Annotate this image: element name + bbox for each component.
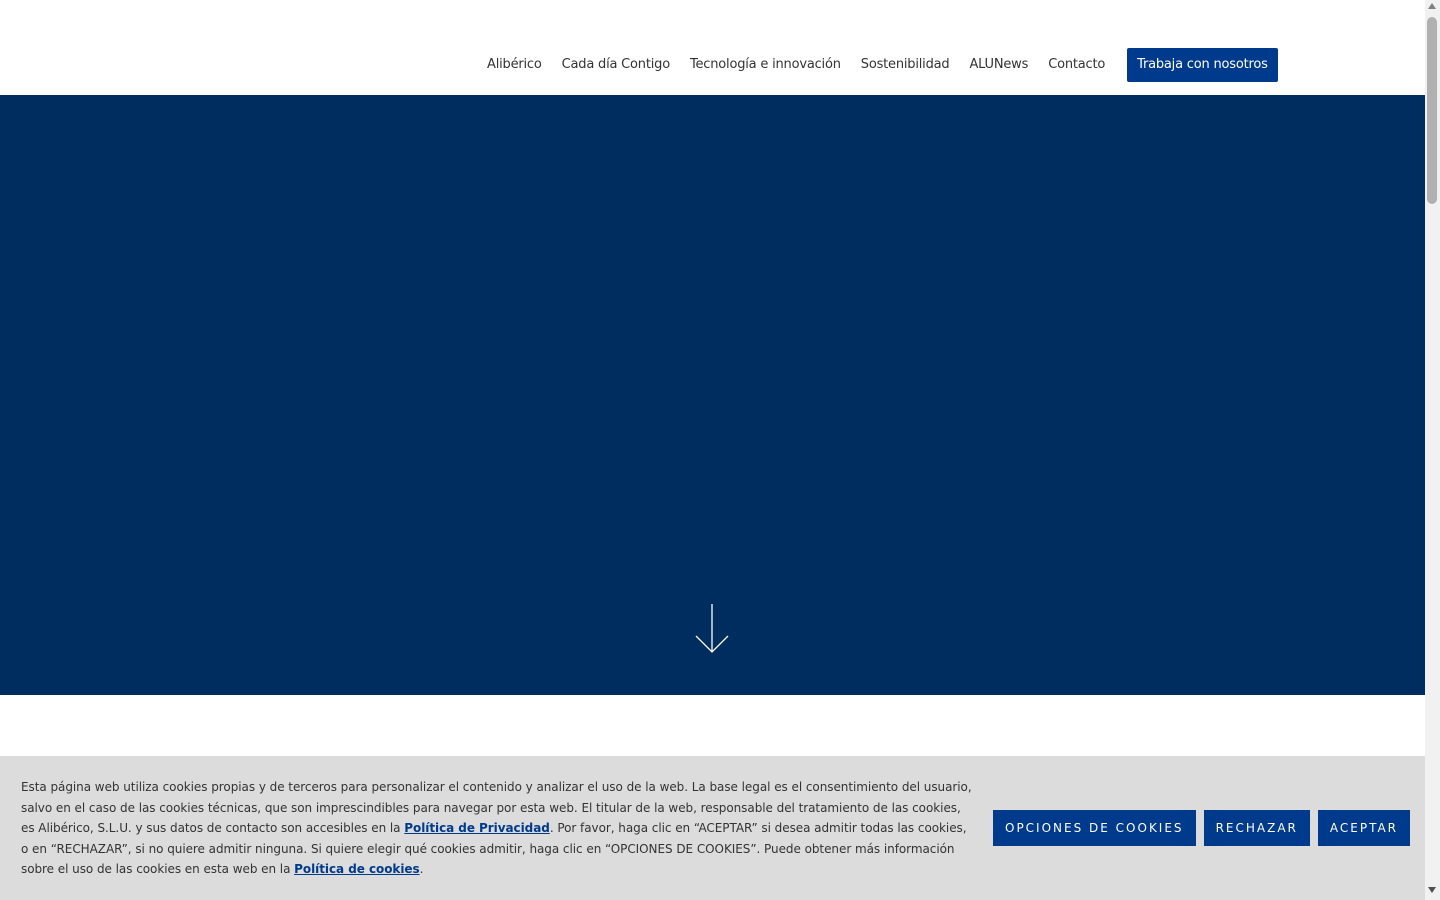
site-header: Alibérico Cada día Contigo Tecnología e … [0, 0, 1425, 95]
cookie-banner: Esta página web utiliza cookies propias … [0, 756, 1425, 900]
main-nav: Alibérico Cada día Contigo Tecnología e … [477, 48, 1278, 82]
scrollbar-thumb[interactable] [1427, 17, 1437, 204]
accept-cookies-button[interactable]: ACEPTAR [1317, 810, 1411, 846]
hero-banner [0, 95, 1425, 695]
nav-item-aliberico[interactable]: Alibérico [477, 48, 552, 82]
trabaja-con-nosotros-button[interactable]: Trabaja con nosotros [1127, 48, 1278, 82]
page: Alibérico Cada día Contigo Tecnología e … [0, 0, 1425, 900]
nav-item-cada-dia-contigo[interactable]: Cada día Contigo [552, 48, 680, 82]
nav-item-tecnologia[interactable]: Tecnología e innovación [680, 48, 851, 82]
cookie-actions: OPCIONES DE COOKIES RECHAZAR ACEPTAR [993, 810, 1411, 846]
arrow-down-icon[interactable] [694, 603, 730, 655]
scroll-down-icon[interactable] [1428, 887, 1436, 893]
nav-item-alunews[interactable]: ALUNews [959, 48, 1038, 82]
cookie-policy-link[interactable]: Política de cookies [294, 862, 419, 876]
nav-item-sostenibilidad[interactable]: Sostenibilidad [851, 48, 960, 82]
nav-item-contacto[interactable]: Contacto [1038, 48, 1115, 82]
cookie-text-part3: . [419, 862, 424, 877]
reject-cookies-button[interactable]: RECHAZAR [1203, 810, 1310, 846]
privacy-policy-link[interactable]: Política de Privacidad [404, 821, 550, 835]
scroll-up-icon[interactable] [1428, 3, 1436, 9]
vertical-scrollbar[interactable] [1425, 0, 1440, 900]
cookie-notice-text: Esta página web utiliza cookies propias … [21, 777, 976, 880]
cookie-options-button[interactable]: OPCIONES DE COOKIES [993, 810, 1196, 846]
